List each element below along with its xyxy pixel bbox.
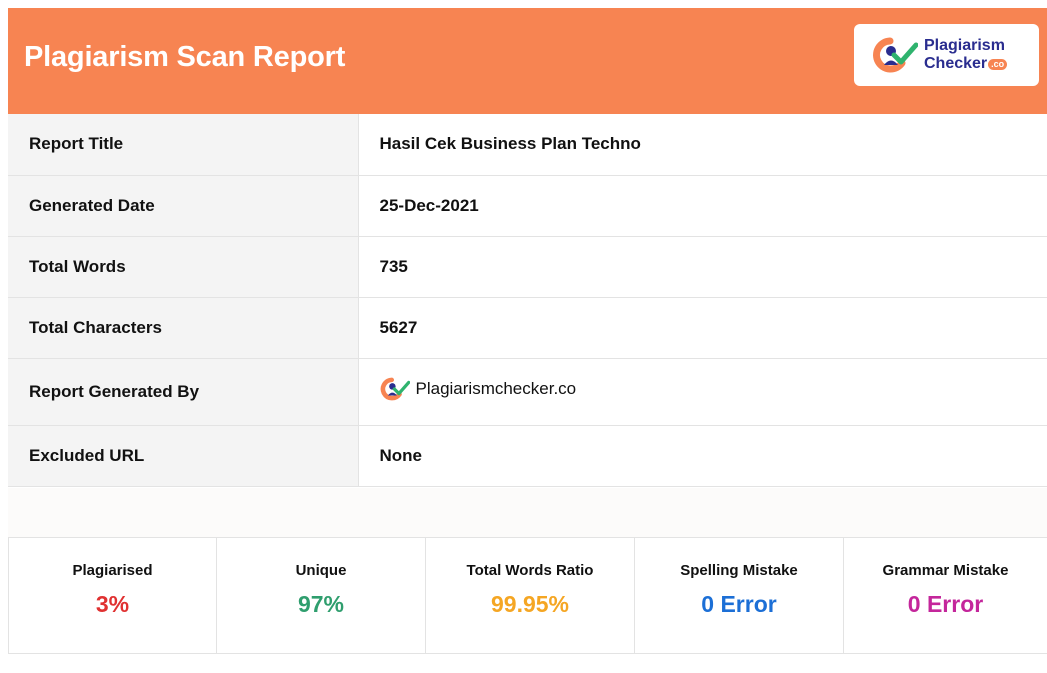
row-label: Generated Date: [8, 175, 359, 237]
stat-label: Spelling Mistake: [680, 562, 798, 579]
table-row: Total Words 735: [8, 236, 1047, 298]
page-title: Plagiarism Scan Report: [24, 41, 346, 73]
stat-plagiarised: Plagiarised 3%: [8, 538, 217, 653]
row-value: 5627: [358, 297, 1047, 359]
stat-value: 99.95%: [490, 591, 569, 617]
logo-line-2-text: Checker: [924, 55, 988, 72]
stats-summary: Plagiarised 3% Unique 97% Total Words Ra…: [8, 537, 1047, 654]
table-row: Report Title Hasil Cek Business Plan Tec…: [8, 114, 1047, 176]
logo-line-1: Plagiarism: [924, 37, 1005, 54]
row-label: Excluded URL: [8, 425, 359, 487]
row-value: Hasil Cek Business Plan Techno: [358, 114, 1047, 176]
stat-grammar-mistake: Grammar Mistake 0 Error: [844, 538, 1047, 653]
report-header: Plagiarism Scan Report Plagiarism Checke…: [8, 8, 1047, 114]
row-label: Report Title: [8, 114, 359, 176]
stat-spelling-mistake: Spelling Mistake 0 Error: [635, 538, 844, 653]
generated-by-text: Plagiarismchecker.co: [415, 379, 577, 398]
section-divider: [8, 488, 1047, 538]
row-value: Plagiarismchecker.co: [358, 358, 1047, 426]
row-label: Total Words: [8, 236, 359, 298]
table-row: Report Generated By Plagiarismchecker.co: [8, 358, 1047, 426]
brand-logo: Plagiarism Checker .co: [854, 24, 1039, 86]
stat-total-words-ratio: Total Words Ratio 99.95%: [426, 538, 635, 653]
stat-unique: Unique 97%: [217, 538, 426, 653]
row-value: 735: [358, 236, 1047, 298]
logo-badge: .co: [988, 59, 1008, 70]
stat-label: Grammar Mistake: [882, 562, 1009, 579]
row-value: 25-Dec-2021: [358, 175, 1047, 237]
stat-value: 3%: [95, 591, 130, 617]
table-row: Excluded URL None: [8, 425, 1047, 487]
report-info-table: Report Title Hasil Cek Business Plan Tec…: [8, 114, 1047, 487]
row-value: None: [358, 425, 1047, 487]
plagiarism-checker-logo-icon: [380, 377, 410, 401]
stat-value: 97%: [297, 591, 345, 617]
stat-value: 0 Error: [701, 591, 777, 617]
row-label: Total Characters: [8, 297, 359, 359]
table-row: Total Characters 5627: [8, 297, 1047, 359]
stat-label: Total Words Ratio: [466, 562, 594, 579]
plagiarism-checker-logo-icon: [873, 37, 918, 73]
stat-label: Plagiarised: [72, 562, 153, 579]
table-row: Generated Date 25-Dec-2021: [8, 175, 1047, 237]
logo-line-2: Checker .co: [924, 55, 1008, 73]
row-label: Report Generated By: [8, 358, 359, 426]
stat-label: Unique: [295, 562, 347, 579]
stat-value: 0 Error: [907, 591, 984, 617]
generated-by: Plagiarismchecker.co: [380, 377, 577, 401]
